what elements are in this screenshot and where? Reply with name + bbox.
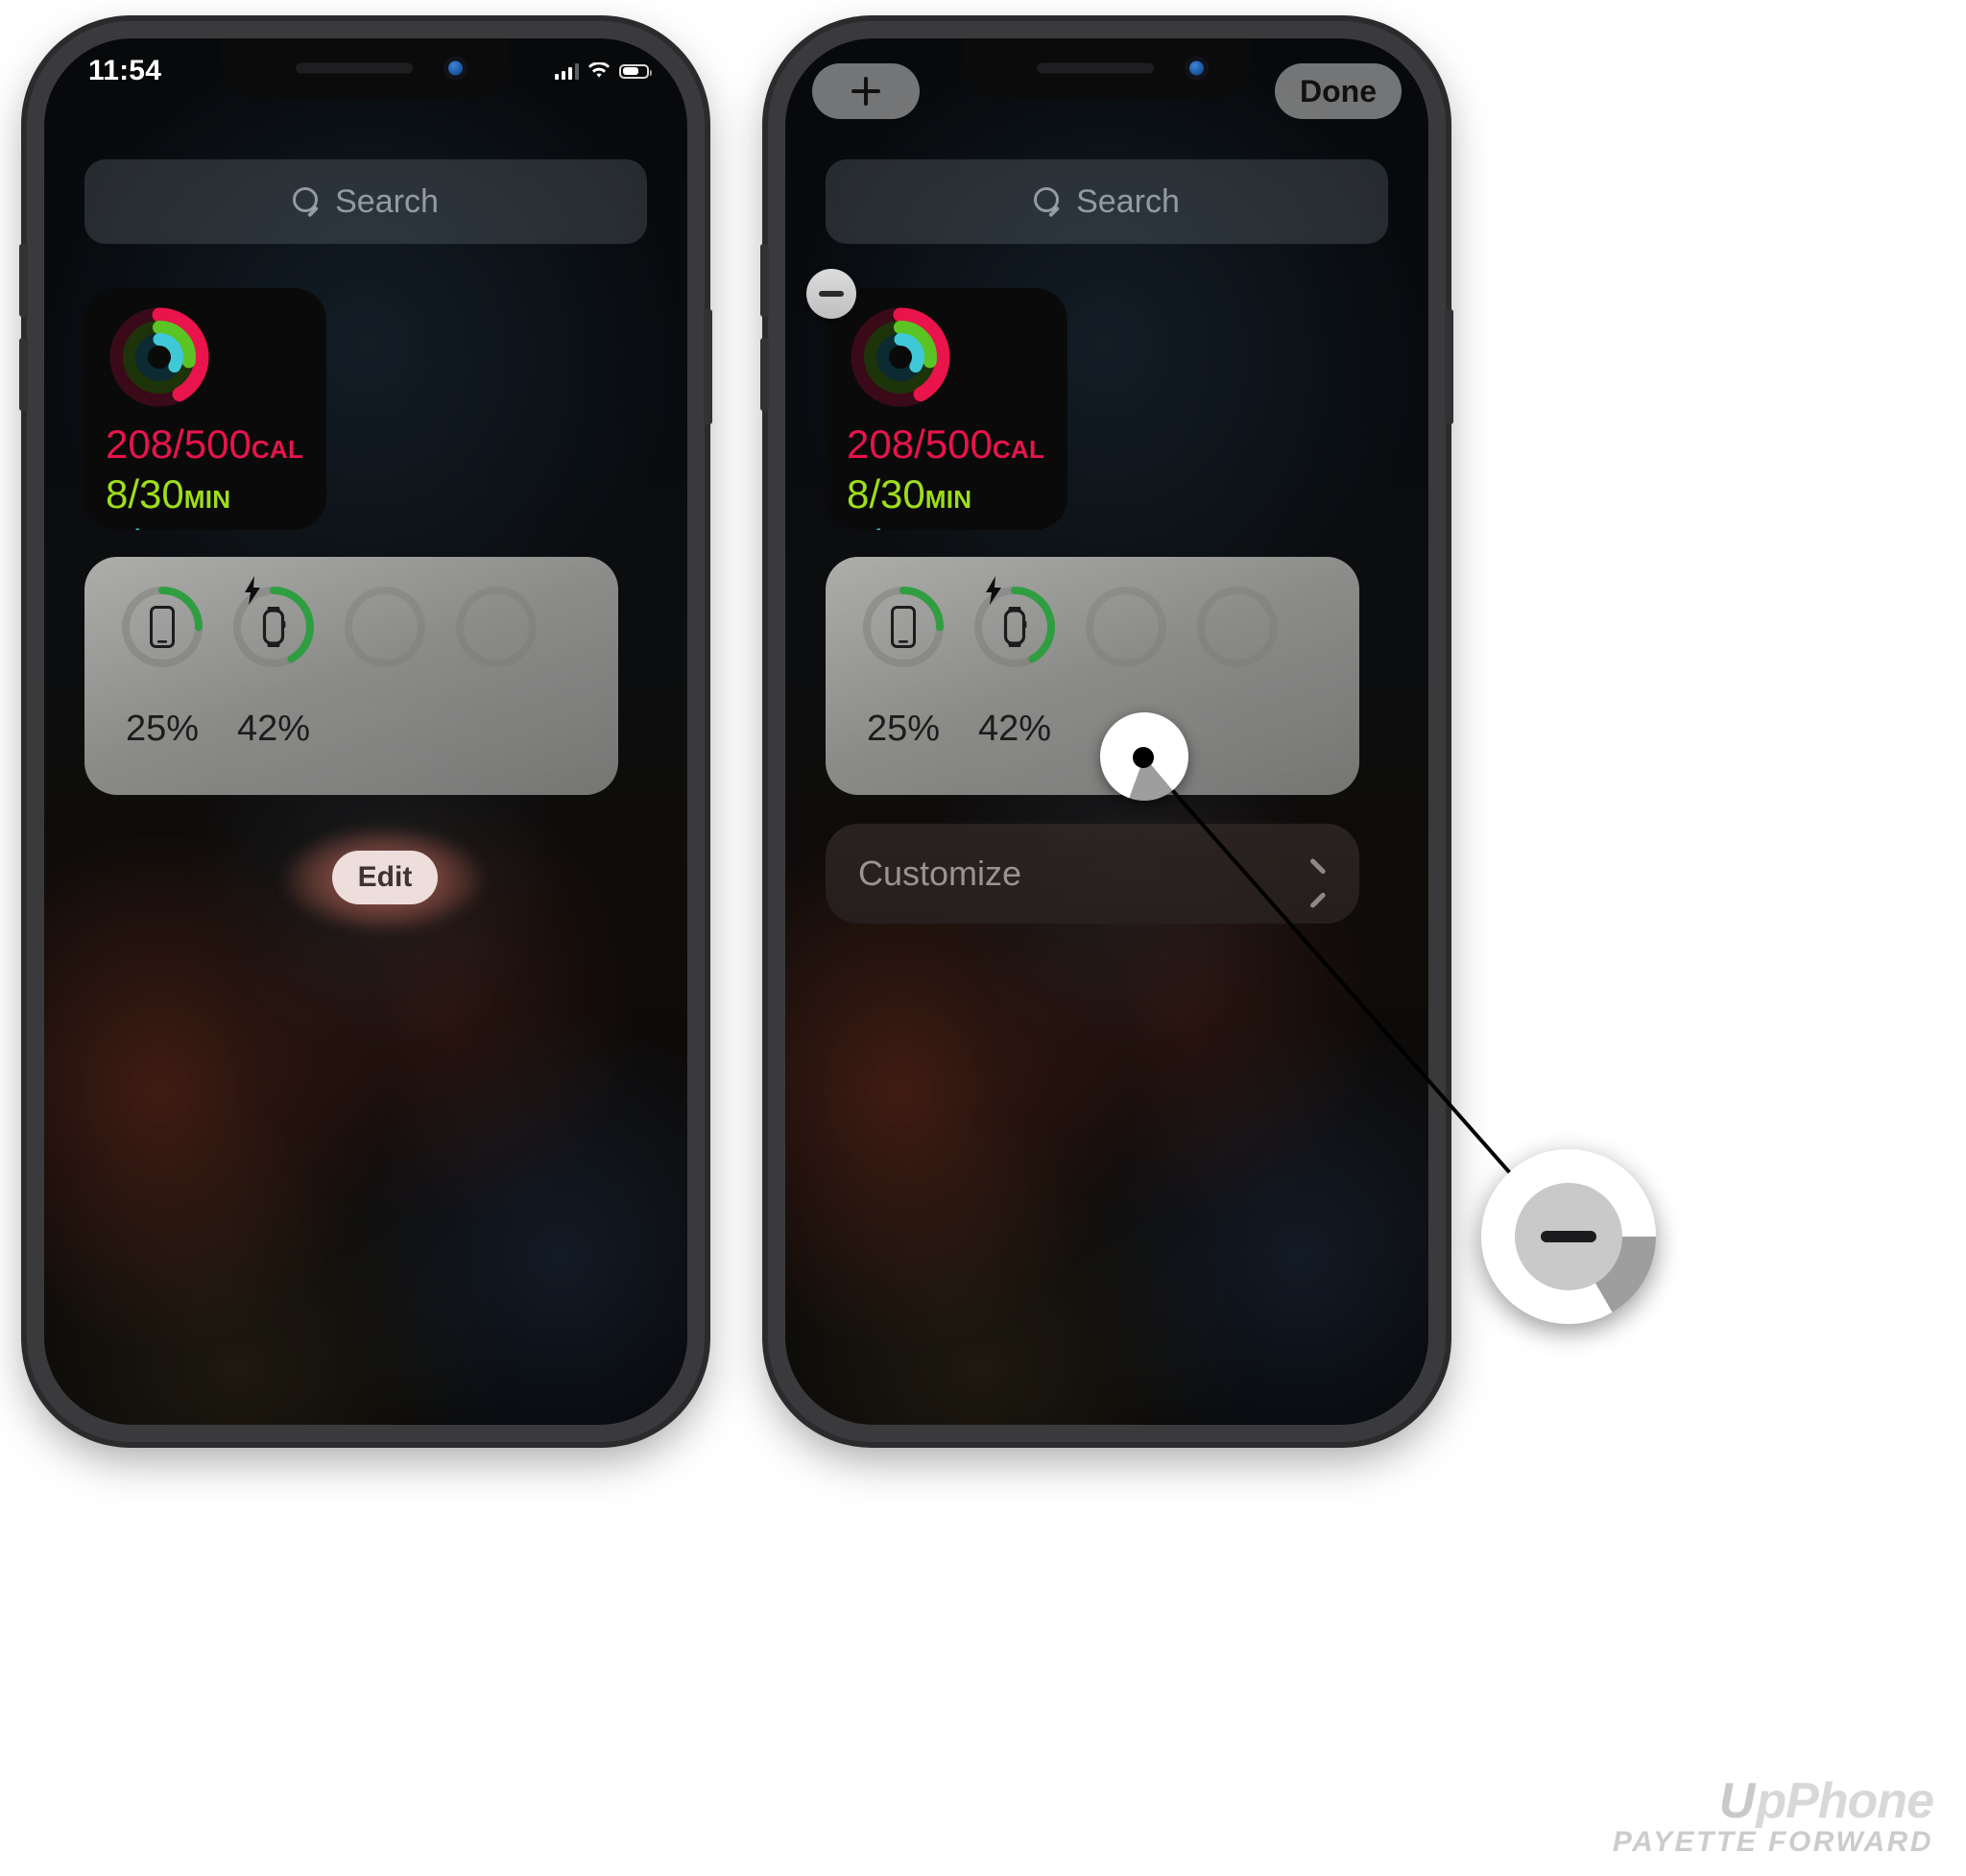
- done-button[interactable]: Done: [1275, 63, 1402, 119]
- battery-ring-empty-1: [340, 582, 430, 672]
- search-input-right[interactable]: Search: [826, 159, 1388, 244]
- activity-line-stand: 4/12HRS: [106, 521, 303, 531]
- charging-bolt-icon: [242, 576, 263, 605]
- customize-row[interactable]: Customize: [826, 824, 1359, 924]
- phone-left-bezel: 11:54 Search 208/500CAL 8/30MIN 25% 42% …: [44, 38, 687, 1425]
- stand-value: 4/12: [106, 521, 184, 531]
- plus-icon: [851, 77, 880, 106]
- exercise-unit: MIN: [183, 485, 231, 514]
- search-icon-right: [1034, 187, 1063, 218]
- add-widget-button[interactable]: [812, 63, 920, 119]
- status-bar: 11:54: [44, 38, 687, 98]
- activity-line-stand-right: 4/12HRS: [847, 521, 1044, 531]
- activity-rings-widget-right[interactable]: 208/500CAL 8/30MIN 4/12HRS: [826, 288, 1067, 530]
- battery-cell-empty-2[interactable]: [451, 582, 541, 672]
- battery-cell-empty-1[interactable]: [340, 582, 430, 672]
- activity-rings-widget[interactable]: 208/500CAL 8/30MIN 4/12HRS: [84, 288, 326, 530]
- activity-line-move-right: 208/500CAL: [847, 424, 1044, 465]
- battery-cell-iphone[interactable]: [117, 582, 207, 672]
- battery-cell-iphone-right[interactable]: [858, 582, 948, 672]
- minus-icon-magnified: [1541, 1231, 1596, 1242]
- search-placeholder: Search: [335, 182, 439, 220]
- battery-icon: [619, 63, 652, 79]
- batteries-widget[interactable]: 25% 42%: [84, 557, 618, 795]
- activity-values: 208/500CAL 8/30MIN 4/12HRS: [106, 424, 303, 531]
- battery-cell-empty-1-right[interactable]: [1081, 582, 1171, 672]
- search-placeholder-right: Search: [1076, 182, 1180, 220]
- remove-widget-minus-button[interactable]: [806, 269, 856, 319]
- callout-magnified-minus-button[interactable]: [1481, 1149, 1656, 1324]
- battery-cell-watch[interactable]: [228, 576, 319, 672]
- activity-line-exercise: 8/30MIN: [106, 474, 303, 515]
- edit-button-label: Edit: [357, 861, 413, 893]
- battery-rings-row: [117, 576, 587, 672]
- batteries-widget-right[interactable]: 25% 42%: [826, 557, 1359, 795]
- callout-origin-dot: [1133, 747, 1154, 768]
- charging-bolt-icon-right: [983, 576, 1004, 605]
- stand-value-right: 4/12: [847, 521, 925, 531]
- edit-mode-top-bar: Done: [785, 63, 1428, 121]
- watermark-brand-prefix: U: [1718, 1773, 1756, 1829]
- status-time: 11:54: [88, 55, 162, 86]
- move-value-right: 208/500: [847, 421, 993, 467]
- chevron-right-icon: [1307, 857, 1327, 909]
- battery-ring-watch: [228, 576, 319, 672]
- exercise-value: 8/30: [106, 471, 184, 517]
- activity-line-move: 208/500CAL: [106, 424, 303, 465]
- status-indicators: [555, 62, 652, 80]
- battery-ring-iphone-right: [858, 582, 948, 672]
- move-value: 208/500: [106, 421, 252, 467]
- battery-percent-iphone: 25%: [125, 709, 200, 749]
- move-unit: CAL: [251, 435, 304, 464]
- iphone-icon-right: [891, 606, 916, 648]
- activity-values-right: 208/500CAL 8/30MIN 4/12HRS: [847, 424, 1044, 531]
- cellular-bars-icon: [555, 62, 579, 80]
- minus-icon: [819, 291, 844, 297]
- power-button-right[interactable]: [1445, 309, 1453, 424]
- apple-watch-icon: [259, 605, 288, 649]
- battery-cell-watch-right[interactable]: [970, 576, 1060, 672]
- callout-minus-inner: [1515, 1183, 1622, 1290]
- search-icon: [293, 187, 322, 218]
- phone-left-screen: 11:54 Search 208/500CAL 8/30MIN 25% 42% …: [44, 38, 687, 1425]
- exercise-value-right: 8/30: [847, 471, 925, 517]
- activity-rings-icon-right: [847, 303, 954, 411]
- volume-up-button-right[interactable]: [760, 244, 769, 317]
- watermark-brand: UpPhone: [1613, 1772, 1934, 1830]
- wifi-icon: [588, 62, 610, 78]
- battery-percent-watch-right: 42%: [977, 709, 1052, 749]
- battery-cell-empty-2-right[interactable]: [1192, 582, 1283, 672]
- edit-button[interactable]: Edit: [332, 851, 438, 904]
- battery-ring-iphone: [117, 582, 207, 672]
- done-button-label: Done: [1300, 73, 1377, 108]
- apple-watch-icon-right: [1000, 605, 1029, 649]
- iphone-icon: [150, 606, 175, 648]
- watermark-brand-rest: pPhone: [1756, 1773, 1934, 1829]
- watermark: UpPhone PAYETTE FORWARD: [1612, 1772, 1934, 1859]
- battery-percent-iphone-right: 25%: [866, 709, 941, 749]
- battery-ring-empty-2-right: [1192, 582, 1283, 672]
- battery-ring-watch-right: [970, 576, 1060, 672]
- volume-up-button[interactable]: [19, 244, 28, 317]
- power-button[interactable]: [704, 309, 712, 424]
- activity-rings-icon: [106, 303, 213, 411]
- customize-label: Customize: [858, 854, 1022, 893]
- volume-down-button[interactable]: [19, 338, 28, 411]
- exercise-unit-right: MIN: [924, 485, 972, 514]
- battery-ring-empty-1-right: [1081, 582, 1171, 672]
- activity-line-exercise-right: 8/30MIN: [847, 474, 1044, 515]
- phone-left: 11:54 Search 208/500CAL 8/30MIN 25% 42% …: [19, 21, 712, 1442]
- battery-percent-watch: 42%: [236, 709, 311, 749]
- move-unit-right: CAL: [992, 435, 1045, 464]
- search-input[interactable]: Search: [84, 159, 647, 244]
- battery-rings-row-right: [858, 576, 1329, 672]
- watermark-tagline: PAYETTE FORWARD: [1612, 1826, 1933, 1858]
- screenshot-stage: 11:54 Search 208/500CAL 8/30MIN 25% 42% …: [0, 0, 1966, 1876]
- battery-ring-empty-2: [451, 582, 541, 672]
- volume-down-button-right[interactable]: [760, 338, 769, 411]
